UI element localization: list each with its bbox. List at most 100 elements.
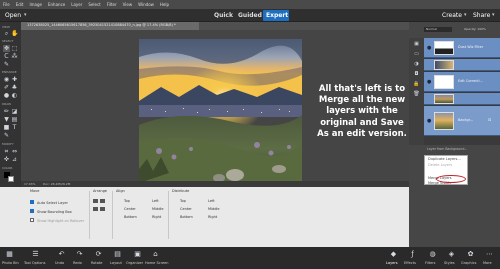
- eye-icon[interactable]: ●: [427, 45, 431, 51]
- arrange-back-button[interactable]: [100, 207, 105, 211]
- trash-icon[interactable]: 🗑: [413, 91, 420, 98]
- distribute-middle[interactable]: Middle: [208, 207, 220, 211]
- align-top[interactable]: Top: [124, 199, 130, 203]
- arrange-front-button[interactable]: [93, 199, 98, 203]
- lock-icon[interactable]: 🔒: [413, 81, 420, 88]
- home-screen-icon[interactable]: ⌂: [151, 250, 160, 258]
- rotate-icon[interactable]: ⟳: [94, 250, 103, 258]
- content-aware-move-icon[interactable]: ✜: [3, 156, 10, 163]
- redo-label[interactable]: Redo: [73, 261, 82, 265]
- align-left[interactable]: Left: [152, 199, 159, 203]
- photo-bin-icon[interactable]: ▦: [5, 250, 14, 258]
- rotate-label[interactable]: Rotate: [91, 261, 102, 265]
- layers-icon[interactable]: ◆: [389, 250, 398, 258]
- sponge-tool-icon[interactable]: ◐: [11, 92, 18, 99]
- eye-tool-icon[interactable]: ◉: [3, 76, 10, 83]
- organizer-icon[interactable]: ▣: [133, 250, 142, 258]
- layer-row[interactable]: ● Dust Wiz Filter: [424, 38, 500, 58]
- undo-icon[interactable]: ↶: [57, 250, 66, 258]
- layer-row-background[interactable]: ● Backgr... ⊡: [424, 106, 500, 136]
- menu-window[interactable]: Window: [138, 2, 154, 7]
- opacity-readout[interactable]: Opacity: 100%: [464, 28, 486, 31]
- open-button[interactable]: Open: [5, 13, 21, 19]
- new-layer-icon[interactable]: ▣: [413, 41, 420, 48]
- zoom-tool-icon[interactable]: ⌕: [3, 30, 10, 37]
- graphics-icon[interactable]: ✿: [466, 250, 475, 258]
- filters-label[interactable]: Filters: [425, 261, 436, 265]
- menu-enhance[interactable]: Enhance: [48, 2, 65, 7]
- paint-bucket-icon[interactable]: ▼: [3, 116, 10, 123]
- distribute-bottom[interactable]: Bottom: [180, 215, 193, 219]
- effects-label[interactable]: Effects: [404, 261, 416, 265]
- landscape-photo[interactable]: [139, 39, 302, 183]
- type-tool-icon[interactable]: T: [11, 124, 18, 131]
- more-label[interactable]: More: [483, 261, 492, 265]
- layout-icon[interactable]: ▤: [113, 250, 122, 258]
- align-center[interactable]: Center: [124, 207, 136, 211]
- styles-icon[interactable]: ◈: [447, 250, 456, 258]
- tab-expert[interactable]: Expert: [266, 13, 288, 19]
- shape-tool-icon[interactable]: ■: [3, 124, 10, 131]
- align-bottom[interactable]: Bottom: [124, 215, 137, 219]
- gradient-tool-icon[interactable]: ▤: [11, 116, 18, 123]
- menu-layer[interactable]: Layer: [71, 2, 82, 7]
- brush-tool-icon[interactable]: ✏: [3, 108, 10, 115]
- tool-options-label[interactable]: Tool Options: [24, 261, 45, 265]
- distribute-left[interactable]: Left: [208, 199, 215, 203]
- layer-row[interactable]: [424, 59, 500, 71]
- home-screen-label[interactable]: Home Screen: [145, 261, 168, 265]
- eraser-tool-icon[interactable]: ◪: [11, 108, 18, 115]
- tool-options-icon[interactable]: ☰: [31, 250, 40, 258]
- context-item-layer-from-bg[interactable]: Layer from Background...: [427, 147, 467, 151]
- context-item-delete[interactable]: Delete Layers: [428, 163, 452, 168]
- arrange-backward-button[interactable]: [93, 207, 98, 211]
- menu-select[interactable]: Select: [88, 2, 100, 7]
- distribute-center[interactable]: Center: [180, 207, 192, 211]
- layer-row[interactable]: ● Edit Correcti...: [424, 72, 500, 92]
- adjustment-layer-icon[interactable]: ◑: [413, 61, 420, 68]
- menu-view[interactable]: View: [123, 2, 133, 7]
- straighten-tool-icon[interactable]: ⊿: [11, 156, 18, 163]
- styles-label[interactable]: Styles: [444, 261, 455, 265]
- redo-icon[interactable]: ↷: [75, 250, 84, 258]
- undo-label[interactable]: Undo: [55, 261, 64, 265]
- create-button[interactable]: Create: [442, 13, 462, 19]
- menu-file[interactable]: File: [3, 2, 10, 7]
- align-right[interactable]: Right: [152, 215, 161, 219]
- pencil-tool-icon[interactable]: ✎: [3, 132, 10, 139]
- tab-guided[interactable]: Guided: [238, 13, 262, 19]
- blend-mode-select[interactable]: Normal: [424, 27, 452, 32]
- tab-quick[interactable]: Quick: [214, 13, 233, 19]
- align-middle[interactable]: Middle: [152, 207, 164, 211]
- layer-mask-icon[interactable]: ◘: [413, 71, 420, 78]
- photo-bin-label[interactable]: Photo Bin: [2, 261, 19, 265]
- share-button[interactable]: Share: [473, 13, 490, 19]
- share-chevron-icon[interactable]: ▾: [492, 13, 495, 18]
- auto-select-checkbox[interactable]: [30, 200, 34, 204]
- magic-wand-icon[interactable]: ⁂: [11, 53, 18, 60]
- hand-tool-icon[interactable]: ✋: [11, 30, 18, 37]
- more-icon[interactable]: ⋯: [485, 250, 494, 258]
- eye-icon[interactable]: ●: [427, 79, 431, 85]
- create-chevron-icon[interactable]: ▾: [464, 13, 467, 18]
- chevron-down-icon[interactable]: ▾: [24, 13, 27, 18]
- marquee-tool-icon[interactable]: ⬚: [11, 45, 18, 52]
- organizer-label[interactable]: Organizer: [126, 261, 143, 265]
- recompose-tool-icon[interactable]: ⇔: [11, 148, 18, 155]
- blur-tool-icon[interactable]: ●: [3, 92, 10, 99]
- smart-brush-icon[interactable]: ✐: [3, 84, 10, 91]
- crop-tool-icon[interactable]: ⌗: [3, 148, 10, 155]
- menu-help[interactable]: Help: [160, 2, 169, 7]
- arrange-forward-button[interactable]: [100, 199, 105, 203]
- layers-label[interactable]: Layers: [386, 261, 398, 265]
- menu-edit[interactable]: Edit: [16, 2, 24, 7]
- menu-filter[interactable]: Filter: [107, 2, 117, 7]
- move-tool-icon[interactable]: ✥: [3, 45, 10, 52]
- eye-icon[interactable]: ●: [427, 118, 431, 124]
- distribute-right[interactable]: Right: [208, 215, 217, 219]
- layout-label[interactable]: Layout: [110, 261, 122, 265]
- distribute-top[interactable]: Top: [180, 199, 186, 203]
- menu-image[interactable]: Image: [29, 2, 42, 7]
- new-group-icon[interactable]: ▭: [413, 51, 420, 58]
- graphics-label[interactable]: Graphics: [461, 261, 476, 265]
